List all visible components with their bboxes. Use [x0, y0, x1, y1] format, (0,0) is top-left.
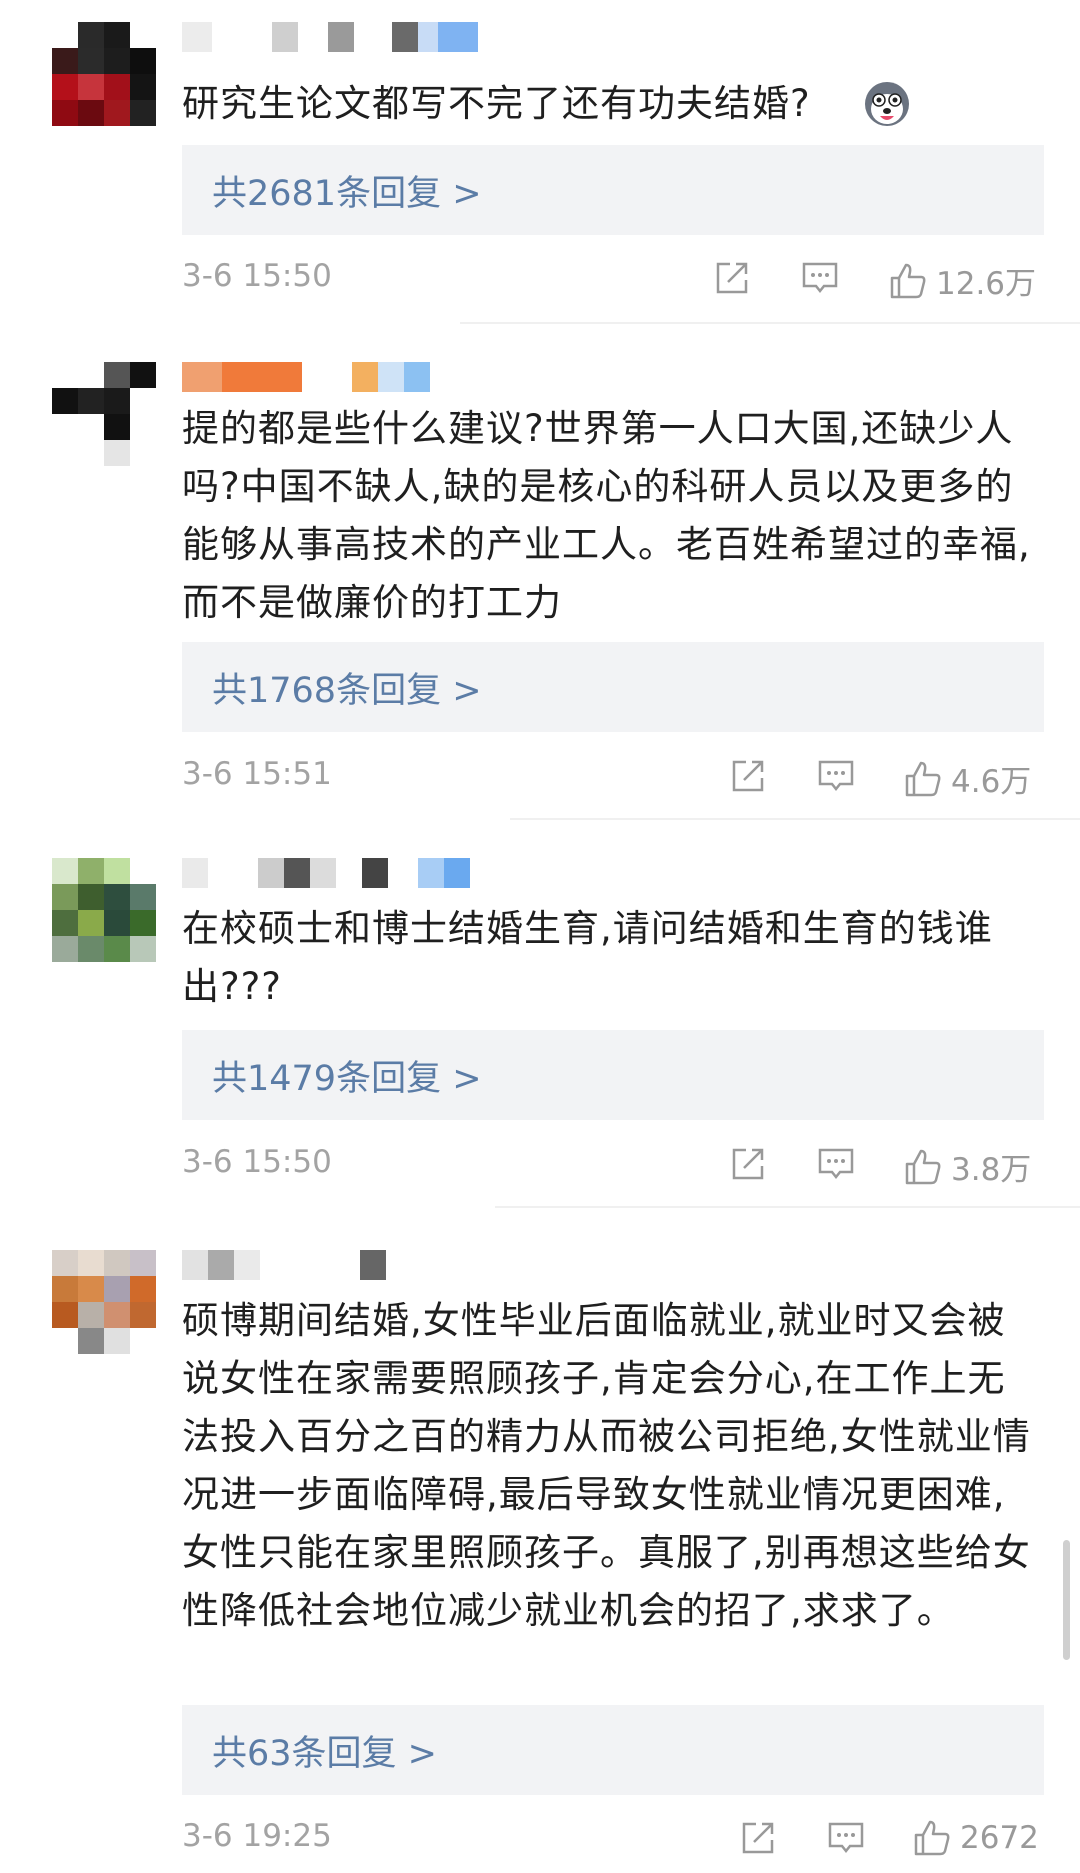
reply-count-label: 共1768条回复 > — [212, 670, 482, 711]
like-button[interactable]: 2672 — [912, 1818, 1039, 1858]
reply-count-label: 共1479条回复 > — [212, 1058, 482, 1099]
comment-timestamp: 3-6 19:25 — [182, 1818, 332, 1854]
username-redacted[interactable] — [182, 1250, 386, 1280]
avatar[interactable] — [52, 858, 156, 962]
view-replies-button[interactable]: 共1479条回复 > — [182, 1030, 1044, 1120]
comment-text: 在校硕士和博士结婚生育,请问结婚和生育的钱谁出??? — [182, 907, 993, 1008]
like-count: 4.6万 — [951, 764, 1032, 800]
view-replies-button[interactable]: 共63条回复 > — [182, 1705, 1044, 1795]
comment-timestamp: 3-6 15:50 — [182, 1144, 332, 1180]
reply-count-label: 共63条回复 > — [212, 1733, 437, 1774]
share-button[interactable] — [712, 258, 752, 298]
share-icon — [732, 760, 764, 792]
like-count: 12.6万 — [936, 266, 1037, 302]
husky-emoji-icon — [865, 82, 909, 126]
comment-timestamp: 3-6 15:50 — [182, 258, 332, 294]
view-replies-button[interactable]: 共1768条回复 > — [182, 642, 1044, 732]
like-count: 2672 — [960, 1820, 1039, 1856]
comment-icon — [818, 1148, 854, 1180]
comment-text: 研究生论文都写不完了还有功夫结婚? — [182, 82, 811, 125]
avatar[interactable] — [52, 362, 156, 466]
like-thumb-icon — [905, 1149, 941, 1184]
scrollbar[interactable] — [1063, 1540, 1070, 1660]
avatar[interactable] — [52, 1250, 156, 1354]
avatar[interactable] — [52, 22, 156, 126]
share-icon — [732, 1148, 764, 1180]
comment-text: 提的都是些什么建议?世界第一人口大国,还缺少人吗?中国不缺人,缺的是核心的科研人… — [182, 407, 1031, 624]
reply-count-label: 共2681条回复 > — [212, 173, 482, 214]
share-icon — [742, 1822, 774, 1854]
share-icon — [716, 262, 748, 294]
like-thumb-icon — [890, 263, 926, 298]
divider — [510, 818, 1080, 820]
comment-button[interactable] — [826, 1818, 866, 1858]
comment-button[interactable] — [800, 258, 840, 298]
comment-icon — [828, 1822, 864, 1854]
divider — [495, 1206, 1080, 1208]
username-redacted[interactable] — [182, 22, 478, 52]
comment-button[interactable] — [816, 1144, 856, 1184]
like-thumb-icon — [914, 1820, 950, 1856]
like-thumb-icon — [905, 761, 941, 796]
comment-icon — [802, 262, 838, 294]
share-button[interactable] — [728, 756, 768, 796]
username-redacted[interactable] — [182, 362, 430, 392]
username-redacted[interactable] — [182, 858, 470, 888]
comment-button[interactable] — [816, 756, 856, 796]
comment-timestamp: 3-6 15:51 — [182, 756, 332, 792]
divider — [460, 322, 1080, 324]
comment-icon — [818, 760, 854, 792]
like-button[interactable]: 4.6万 — [903, 756, 1031, 801]
like-button[interactable]: 3.8万 — [903, 1144, 1031, 1189]
like-button[interactable]: 12.6万 — [888, 258, 1036, 303]
comment-text: 硕博期间结婚,女性毕业后面临就业,就业时又会被说女性在家需要照顾孩子,肯定会分心… — [182, 1299, 1031, 1632]
share-button[interactable] — [738, 1818, 778, 1858]
view-replies-button[interactable]: 共2681条回复 > — [182, 145, 1044, 235]
share-button[interactable] — [728, 1144, 768, 1184]
like-count: 3.8万 — [951, 1152, 1032, 1188]
